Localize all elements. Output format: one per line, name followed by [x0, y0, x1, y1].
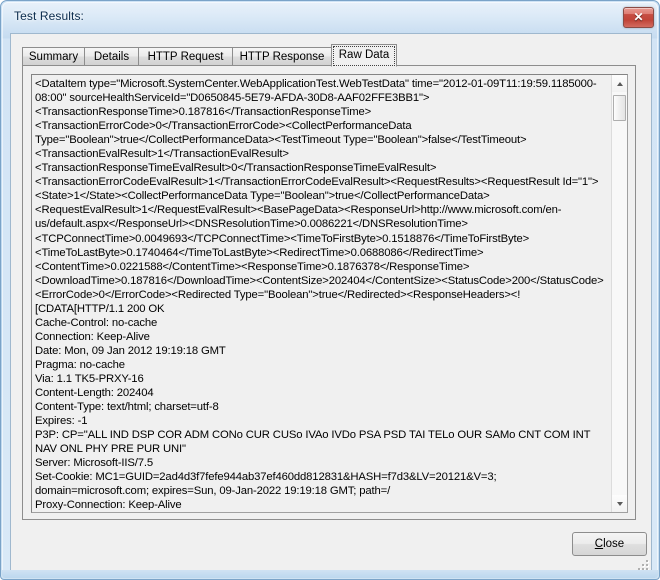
- raw-data-textbox[interactable]: <DataItem type="Microsoft.SystemCenter.W…: [31, 74, 628, 513]
- dialog-client-area: Summary Details HTTP Request HTTP Respon…: [10, 33, 652, 572]
- tab-summary-label: Summary: [28, 51, 79, 63]
- tab-http-request-label: HTTP Request: [147, 51, 224, 63]
- raw-data-text: <DataItem type="Microsoft.SystemCenter.W…: [35, 78, 604, 510]
- test-results-window: Test Results: ✕ Summary Details HTTP Req…: [0, 0, 660, 580]
- tab-raw-data-label: Raw Data: [333, 46, 395, 66]
- raw-data-vertical-scrollbar[interactable]: [611, 75, 627, 512]
- tab-summary[interactable]: Summary: [22, 47, 85, 66]
- tab-raw-data[interactable]: Raw Data: [331, 44, 397, 67]
- scrollbar-track[interactable]: [612, 92, 627, 495]
- tab-http-response-label: HTTP Response: [239, 51, 325, 63]
- tab-page-raw-data: <DataItem type="Microsoft.SystemCenter.W…: [22, 65, 636, 520]
- resize-grip[interactable]: [636, 558, 648, 570]
- close-button-label: Close: [595, 538, 624, 550]
- close-button-accelerator: C: [594, 538, 604, 550]
- close-icon: ✕: [633, 10, 644, 24]
- scrollbar-thumb[interactable]: [613, 95, 626, 121]
- window-close-button[interactable]: ✕: [623, 7, 654, 28]
- chevron-down-icon: [616, 501, 623, 506]
- tab-details-label: Details: [93, 51, 130, 63]
- close-button-label-suffix: lose: [603, 538, 625, 550]
- chevron-up-icon: [616, 81, 623, 86]
- window-bottom-edge: [2, 570, 658, 578]
- tab-http-response[interactable]: HTTP Response: [232, 47, 332, 66]
- scrollbar-up-arrow-button[interactable]: [612, 75, 627, 92]
- tab-http-request[interactable]: HTTP Request: [138, 47, 233, 66]
- tab-details[interactable]: Details: [84, 47, 139, 66]
- close-button[interactable]: Close: [572, 532, 647, 556]
- title-bar[interactable]: Test Results: ✕: [1, 1, 660, 33]
- scrollbar-down-arrow-button[interactable]: [612, 495, 627, 512]
- tab-strip: Summary Details HTTP Request HTTP Respon…: [22, 44, 636, 67]
- window-title: Test Results:: [14, 9, 84, 23]
